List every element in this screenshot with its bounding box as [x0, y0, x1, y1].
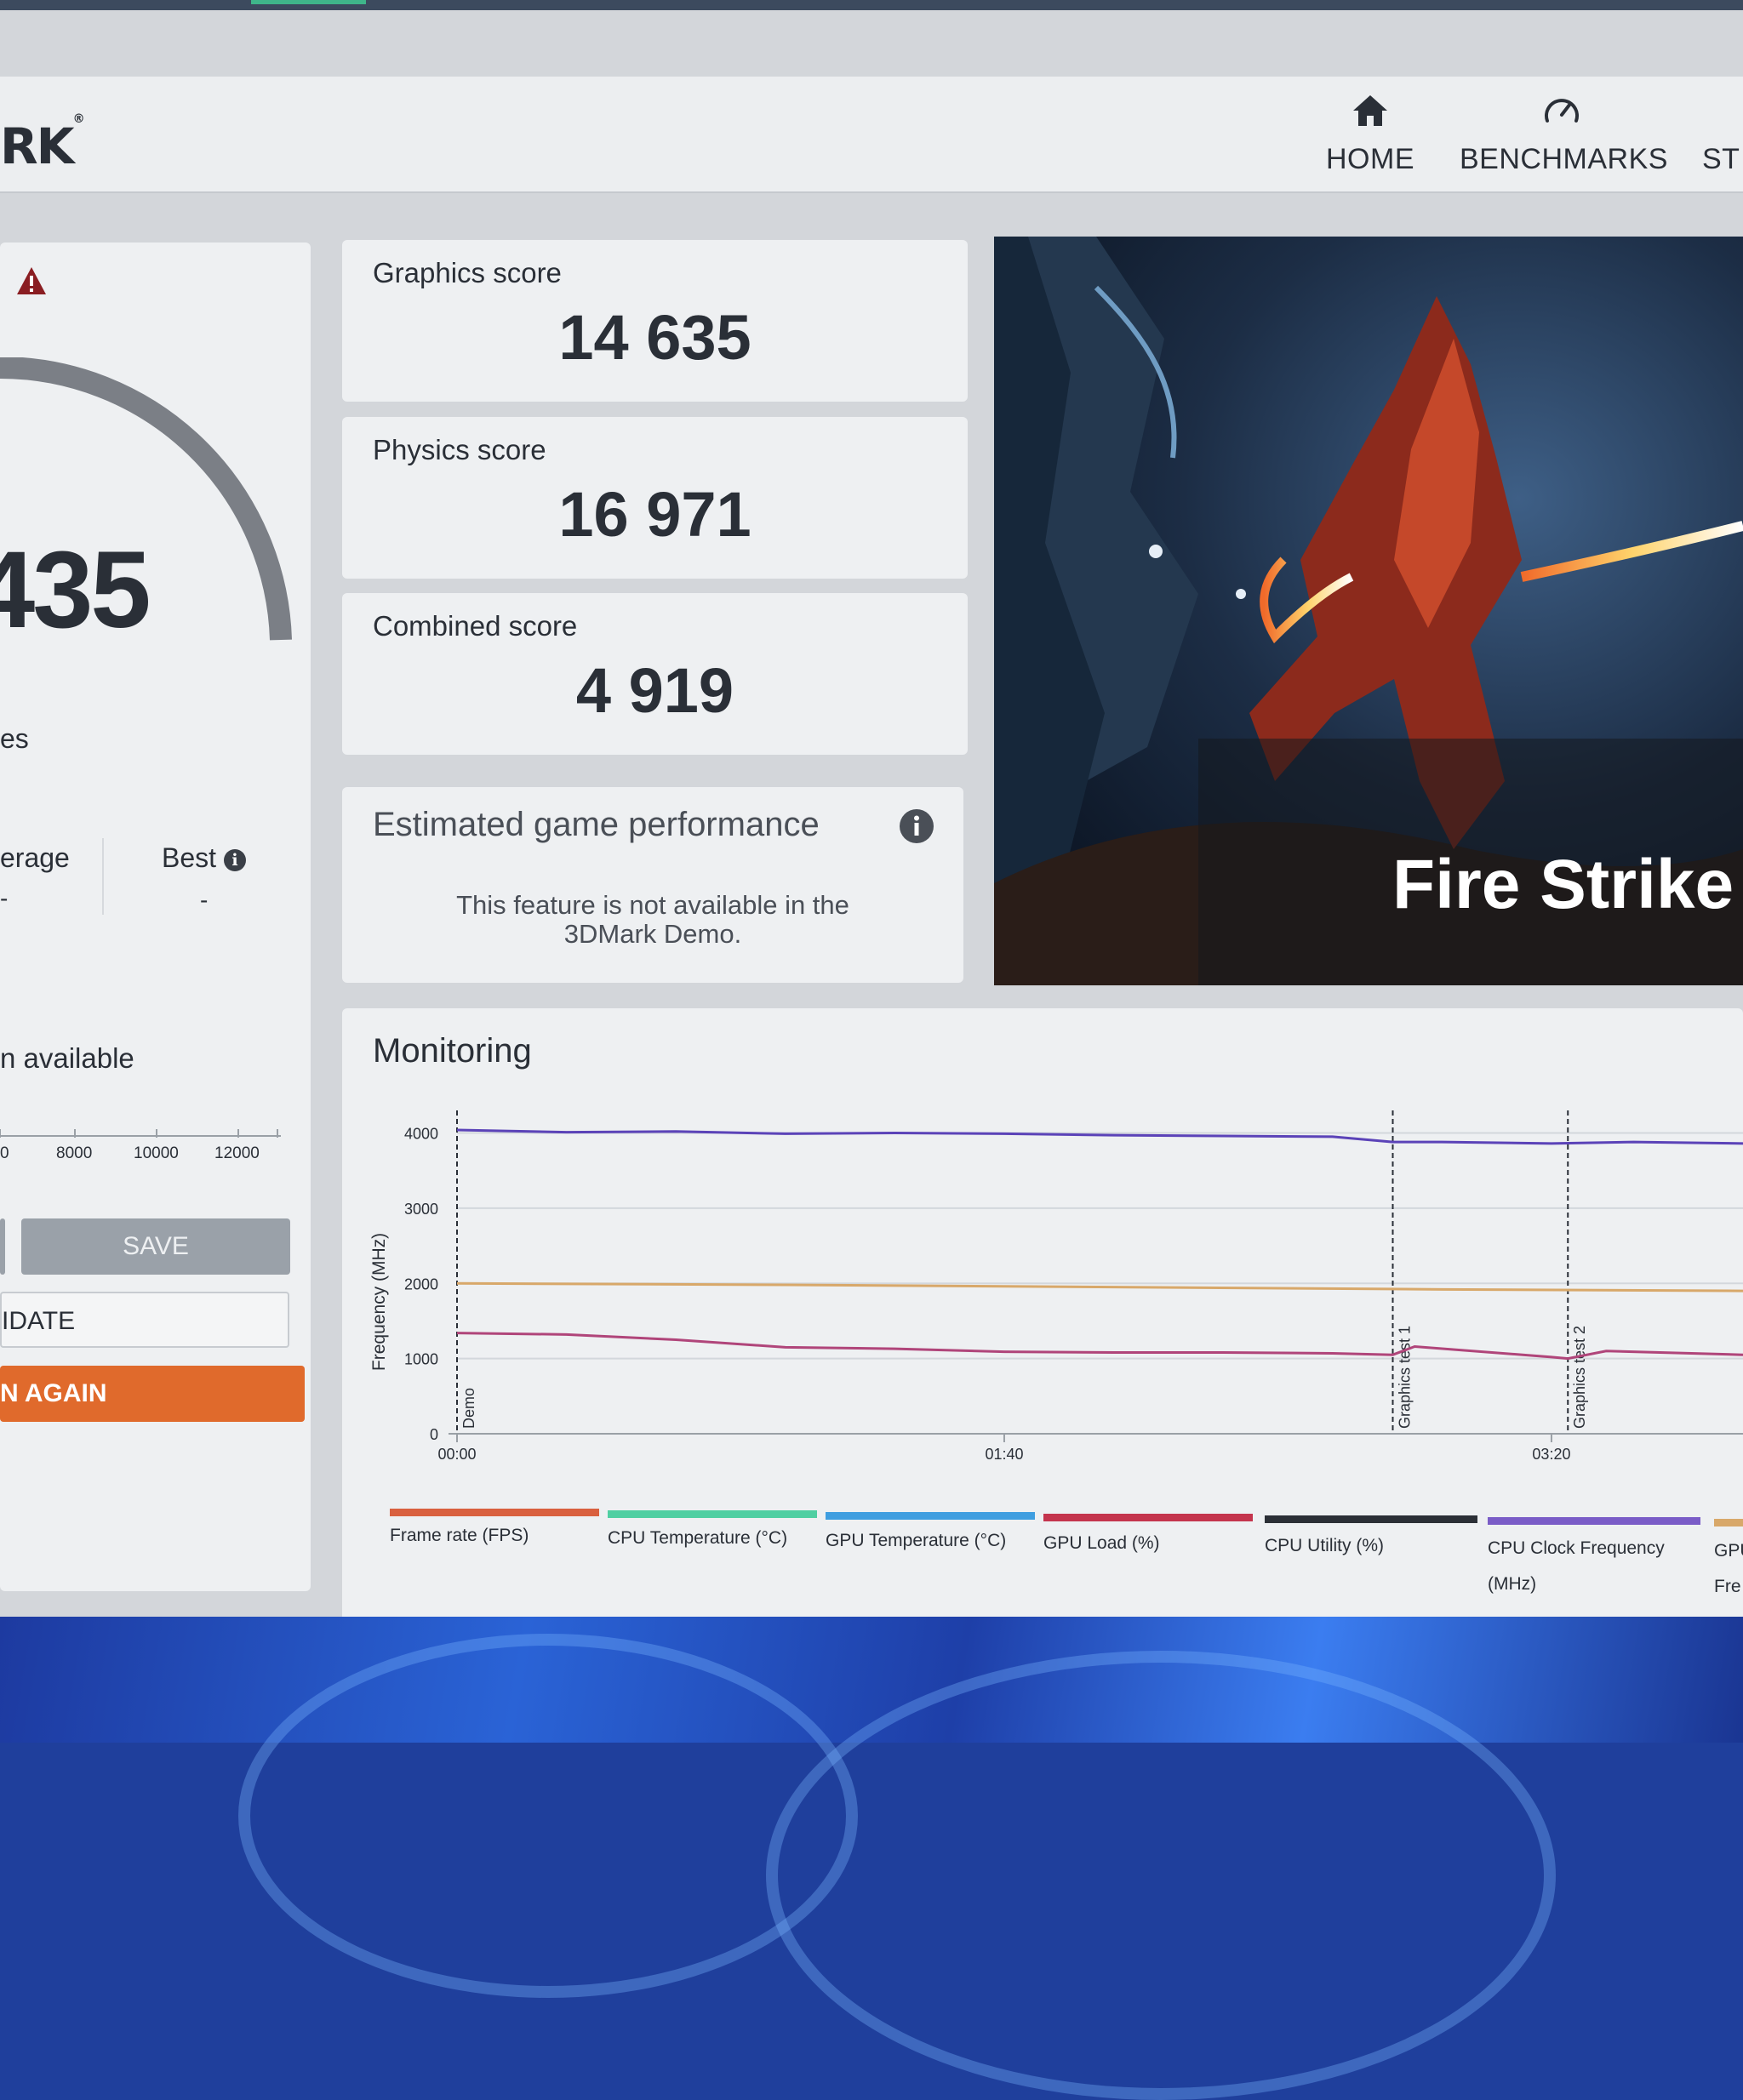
legend-swatch-gpu-temp — [826, 1512, 1035, 1520]
nav-home[interactable]: HOME — [1319, 77, 1421, 191]
marker-label: Demo — [460, 1388, 477, 1429]
info-icon[interactable] — [899, 808, 934, 847]
score-sub-label: es — [0, 723, 29, 754]
legend-swatch-cpu-clock — [1488, 1517, 1700, 1525]
graphics-score-card: Graphics score 14 635 — [342, 240, 968, 402]
combined-score-value: 4 919 — [575, 655, 734, 726]
window-top-strip — [0, 0, 1743, 10]
y-tick-label: 4000 — [404, 1126, 438, 1143]
save-button[interactable]: SAVE — [21, 1218, 290, 1275]
best-value: - — [200, 887, 209, 913]
monitoring-title: Monitoring — [373, 1032, 532, 1070]
series-line — [456, 1332, 1743, 1361]
physics-score-label: Physics score — [373, 434, 546, 465]
axis-tick-12000: 12000 — [214, 1144, 260, 1162]
y-tick-label: 3000 — [404, 1201, 438, 1218]
average-label: erage — [0, 842, 70, 873]
axis-tick-8000: 8000 — [56, 1144, 93, 1162]
best-stat: Best i — [162, 842, 246, 874]
legend-cpu-clock-line1: CPU Clock Frequency — [1488, 1538, 1665, 1558]
estimated-game-performance-card: Estimated game performance This feature … — [342, 787, 963, 983]
legend-swatch-gpu-load — [1043, 1514, 1253, 1521]
nav-benchmarks[interactable]: BENCHMARKS — [1460, 77, 1668, 191]
nav-stress-label: ST — [1702, 143, 1740, 175]
marker-label: Graphics test 2 — [1571, 1326, 1588, 1429]
combined-score-card: Combined score 4 919 — [342, 593, 968, 755]
y-tick-label: 2000 — [404, 1275, 438, 1293]
speedometer-icon — [1540, 92, 1583, 133]
load-button-edge[interactable] — [0, 1218, 5, 1275]
marker-label: Graphics test 1 — [1396, 1326, 1413, 1429]
estimated-message-line2: 3DMark Demo. — [563, 919, 742, 949]
legend-cpu-clock-frequency[interactable]: CPU Clock Frequency (MHz) — [1488, 1538, 1665, 1595]
app-header: RK® HOME BENCHMARKS ST — [0, 77, 1743, 193]
distribution-axis — [0, 1129, 281, 1138]
x-tick-label: 03:20 — [1532, 1446, 1570, 1459]
desktop-wallpaper — [0, 1617, 1743, 2100]
logo-text: RK — [0, 117, 75, 175]
monitoring-chart: Frequency (MHz) 0 1000 2000 3000 4000 00:00 01… — [369, 1110, 1743, 1459]
legend-gpu-frequency-line1: GPU — [1714, 1541, 1743, 1561]
legend-cpu-utility[interactable]: CPU Utility (%) — [1265, 1536, 1384, 1556]
x-tick-label: 00:00 — [437, 1446, 476, 1459]
validate-button[interactable]: IDATE — [0, 1292, 289, 1348]
app-window: RK® HOME BENCHMARKS ST 435 es erage - Be… — [0, 0, 1743, 1625]
average-value: - — [0, 885, 9, 911]
legend-swatch-cpu-utility — [1265, 1515, 1477, 1523]
best-info-icon[interactable]: i — [223, 848, 246, 871]
estimated-performance-title: Estimated game performance — [373, 806, 820, 843]
series-line — [456, 1281, 1743, 1293]
y-tick-label: 1000 — [404, 1351, 438, 1368]
active-tab-indicator — [251, 0, 366, 4]
legend-gpu-load[interactable]: GPU Load (%) — [1043, 1533, 1160, 1554]
axis-tick-0: 0 — [0, 1144, 9, 1162]
nav-stress[interactable]: ST — [1702, 77, 1743, 191]
y-axis-label: Frequency (MHz) — [369, 1233, 389, 1371]
legend-cpu-clock-line2: (MHz) — [1488, 1574, 1537, 1594]
combined-score-label: Combined score — [373, 610, 578, 642]
physics-score-value: 16 971 — [558, 479, 751, 550]
nav-home-label: HOME — [1326, 143, 1414, 175]
legend-fps[interactable]: Frame rate (FPS) — [390, 1526, 529, 1546]
total-score: 435 — [0, 529, 151, 651]
warning-icon — [15, 265, 48, 300]
x-tick-label: 01:40 — [985, 1446, 1023, 1459]
series-line — [456, 1128, 1743, 1145]
axis-tick-10000: 10000 — [134, 1144, 179, 1162]
home-icon — [1350, 92, 1391, 133]
legend-cpu-temperature[interactable]: CPU Temperature (°C) — [608, 1528, 787, 1549]
monitoring-panel: Monitoring Frequency (MHz) 0 1000 2000 3000… — [342, 1008, 1743, 1621]
availability-text: n available — [0, 1042, 134, 1074]
graphics-score-value: 14 635 — [558, 302, 751, 373]
legend-swatch-cpu-temp — [608, 1510, 817, 1518]
legend-gpu-temperature[interactable]: GPU Temperature (°C) — [826, 1531, 1006, 1551]
legend-swatch-fps — [390, 1509, 599, 1516]
estimated-message-line1: This feature is not available in the — [456, 890, 849, 920]
legend-gpu-frequency-line2: Fre — [1714, 1577, 1741, 1596]
app-logo: RK® — [0, 112, 85, 175]
fire-strike-banner: Fire Strike — [994, 237, 1743, 985]
logo-registered-mark: ® — [72, 112, 85, 126]
stats-divider — [102, 838, 104, 915]
nav-benchmarks-label: BENCHMARKS — [1460, 143, 1668, 175]
run-again-button[interactable]: N AGAIN — [0, 1366, 305, 1422]
legend-gpu-frequency[interactable]: GPU Fre — [1714, 1541, 1743, 1597]
legend-swatch-gpu-frequency — [1714, 1519, 1743, 1526]
graphics-score-label: Graphics score — [373, 257, 562, 288]
y-tick-label: 0 — [430, 1426, 438, 1443]
best-label: Best — [162, 842, 217, 873]
estimated-performance-message: This feature is not available in the 3DM… — [342, 891, 963, 949]
benchmark-title: Fire Strike — [1392, 846, 1734, 923]
physics-score-card: Physics score 16 971 — [342, 417, 968, 579]
